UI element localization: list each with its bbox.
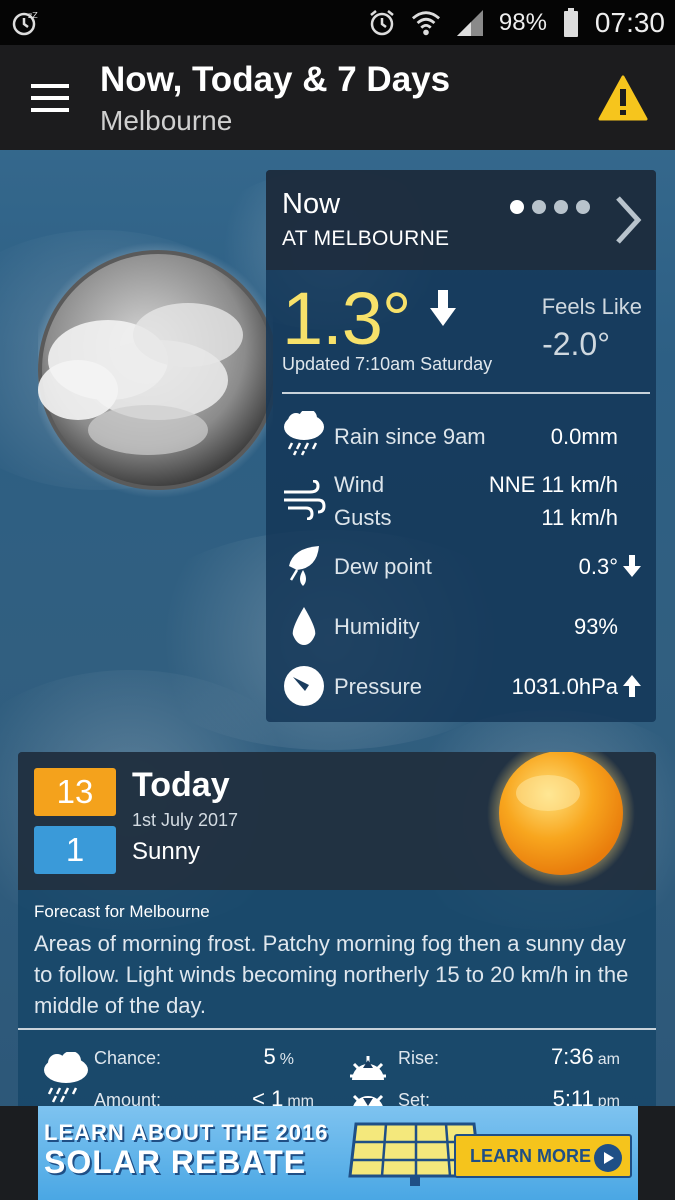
- station-name: AT MELBOURNE: [282, 227, 450, 250]
- day-summary: Sunny: [132, 838, 201, 865]
- ad-banner[interactable]: LEARN ABOUT THE 2016 SOLAR REBATE LEARN …: [0, 1106, 675, 1200]
- updated-time: Updated 7:10am Saturday: [282, 354, 493, 374]
- chance-label: Chance:: [94, 1048, 162, 1068]
- arrow-up-icon: [623, 675, 641, 697]
- battery-icon: [561, 7, 581, 38]
- chevron-right-icon[interactable]: [612, 194, 642, 246]
- sunrise-label: Rise:: [398, 1048, 440, 1068]
- dew-point-icon: [282, 542, 326, 590]
- sunrise-unit: am: [597, 1051, 620, 1068]
- sunrise-time: 7:36: [550, 1044, 594, 1069]
- min-temperature: 1: [34, 826, 116, 874]
- menu-icon: [31, 83, 69, 112]
- forecast-text: Areas of morning frost. Patchy morning f…: [34, 931, 629, 1018]
- feels-like-value: -2.0°: [542, 326, 610, 362]
- learn-more-label: LEARN MORE: [470, 1145, 591, 1166]
- humidity-drop-icon: [282, 602, 326, 650]
- now-panel[interactable]: Now AT MELBOURNE 1.3° Updated 7:10am Sat…: [266, 170, 656, 722]
- gusts-label: Gusts: [334, 505, 392, 530]
- sun-icon: [487, 752, 635, 887]
- pressure-label: Pressure: [334, 674, 423, 699]
- today-header: 13 1 Today 1st July 2017 Sunny: [18, 752, 656, 890]
- humidity-value: 93%: [573, 614, 618, 639]
- arrow-down-icon: [430, 290, 456, 326]
- now-header: Now AT MELBOURNE: [266, 170, 656, 270]
- divider: [282, 392, 650, 394]
- ad-headline: LEARN ABOUT THE 2016: [44, 1120, 329, 1145]
- wind-icon: [282, 476, 326, 524]
- feels-like-label: Feels Like: [541, 294, 642, 319]
- dew-point-value: 0.3°: [578, 554, 618, 579]
- wind-value: NNE 11 km/h: [488, 472, 618, 497]
- wind-label: Wind: [334, 472, 385, 497]
- page-dot: [532, 200, 546, 214]
- gusts-value: 11 km/h: [541, 505, 618, 530]
- pressure-gauge-icon: [282, 662, 326, 710]
- forecast-label: Forecast for Melbourne: [34, 902, 210, 921]
- page-dot: [576, 200, 590, 214]
- status-bar: zZ 98% 07:30: [0, 0, 675, 45]
- status-time: 07:30: [594, 6, 665, 38]
- ad-title: SOLAR REBATE: [44, 1144, 307, 1180]
- app-bar: Now, Today & 7 Days Melbourne: [0, 45, 675, 150]
- sunrise-icon: [350, 1056, 386, 1080]
- day-date: 1st July 2017: [132, 810, 239, 830]
- alarm-icon: [367, 8, 397, 38]
- warning-icon: [598, 75, 648, 120]
- sunrise-value: 7:36 am: [498, 1044, 620, 1070]
- max-temperature: 13: [34, 768, 116, 816]
- pressure-value: 1031.0hPa: [511, 674, 618, 699]
- arrow-down-icon: [623, 555, 641, 577]
- chance-number: 5: [263, 1044, 276, 1069]
- rain-cloud-icon: [44, 1052, 88, 1103]
- menu-button[interactable]: [0, 45, 100, 150]
- chance-unit: %: [279, 1051, 294, 1068]
- page-title: Now, Today & 7 Days: [100, 59, 451, 99]
- learn-more-button[interactable]: LEARN MORE: [454, 1134, 632, 1178]
- dew-point-label: Dew point: [334, 554, 432, 579]
- warnings-button[interactable]: [583, 58, 663, 138]
- divider: [18, 1028, 656, 1030]
- rain-label: Rain since 9am: [334, 424, 486, 449]
- today-forecast-card[interactable]: 13 1 Today 1st July 2017 Sunny Forecast …: [18, 752, 656, 1112]
- page-indicator: [510, 200, 590, 214]
- rain-value: 0.0mm: [550, 424, 618, 449]
- page-dot: [554, 200, 568, 214]
- signal-icon: [455, 8, 485, 38]
- wifi-icon: [411, 8, 441, 38]
- day-title: Today: [132, 766, 230, 804]
- temperature-row: 1.3° Updated 7:10am Saturday Feels Like …: [266, 270, 656, 392]
- chance-value: 5%: [204, 1044, 294, 1070]
- ad-creative[interactable]: LEARN ABOUT THE 2016 SOLAR REBATE LEARN …: [38, 1106, 638, 1200]
- sleep-mode-icon: zZ: [10, 8, 40, 38]
- play-icon: [594, 1144, 622, 1172]
- location-subtitle: Melbourne: [100, 104, 233, 136]
- rain-cloud-icon: [282, 410, 326, 458]
- moon-cloud-icon: [38, 242, 273, 498]
- humidity-label: Humidity: [334, 614, 420, 639]
- battery-percent: 98%: [498, 8, 547, 36]
- svg-text:zZ: zZ: [28, 11, 38, 20]
- current-temperature: 1.3°: [282, 277, 411, 360]
- page-dot: [510, 200, 524, 214]
